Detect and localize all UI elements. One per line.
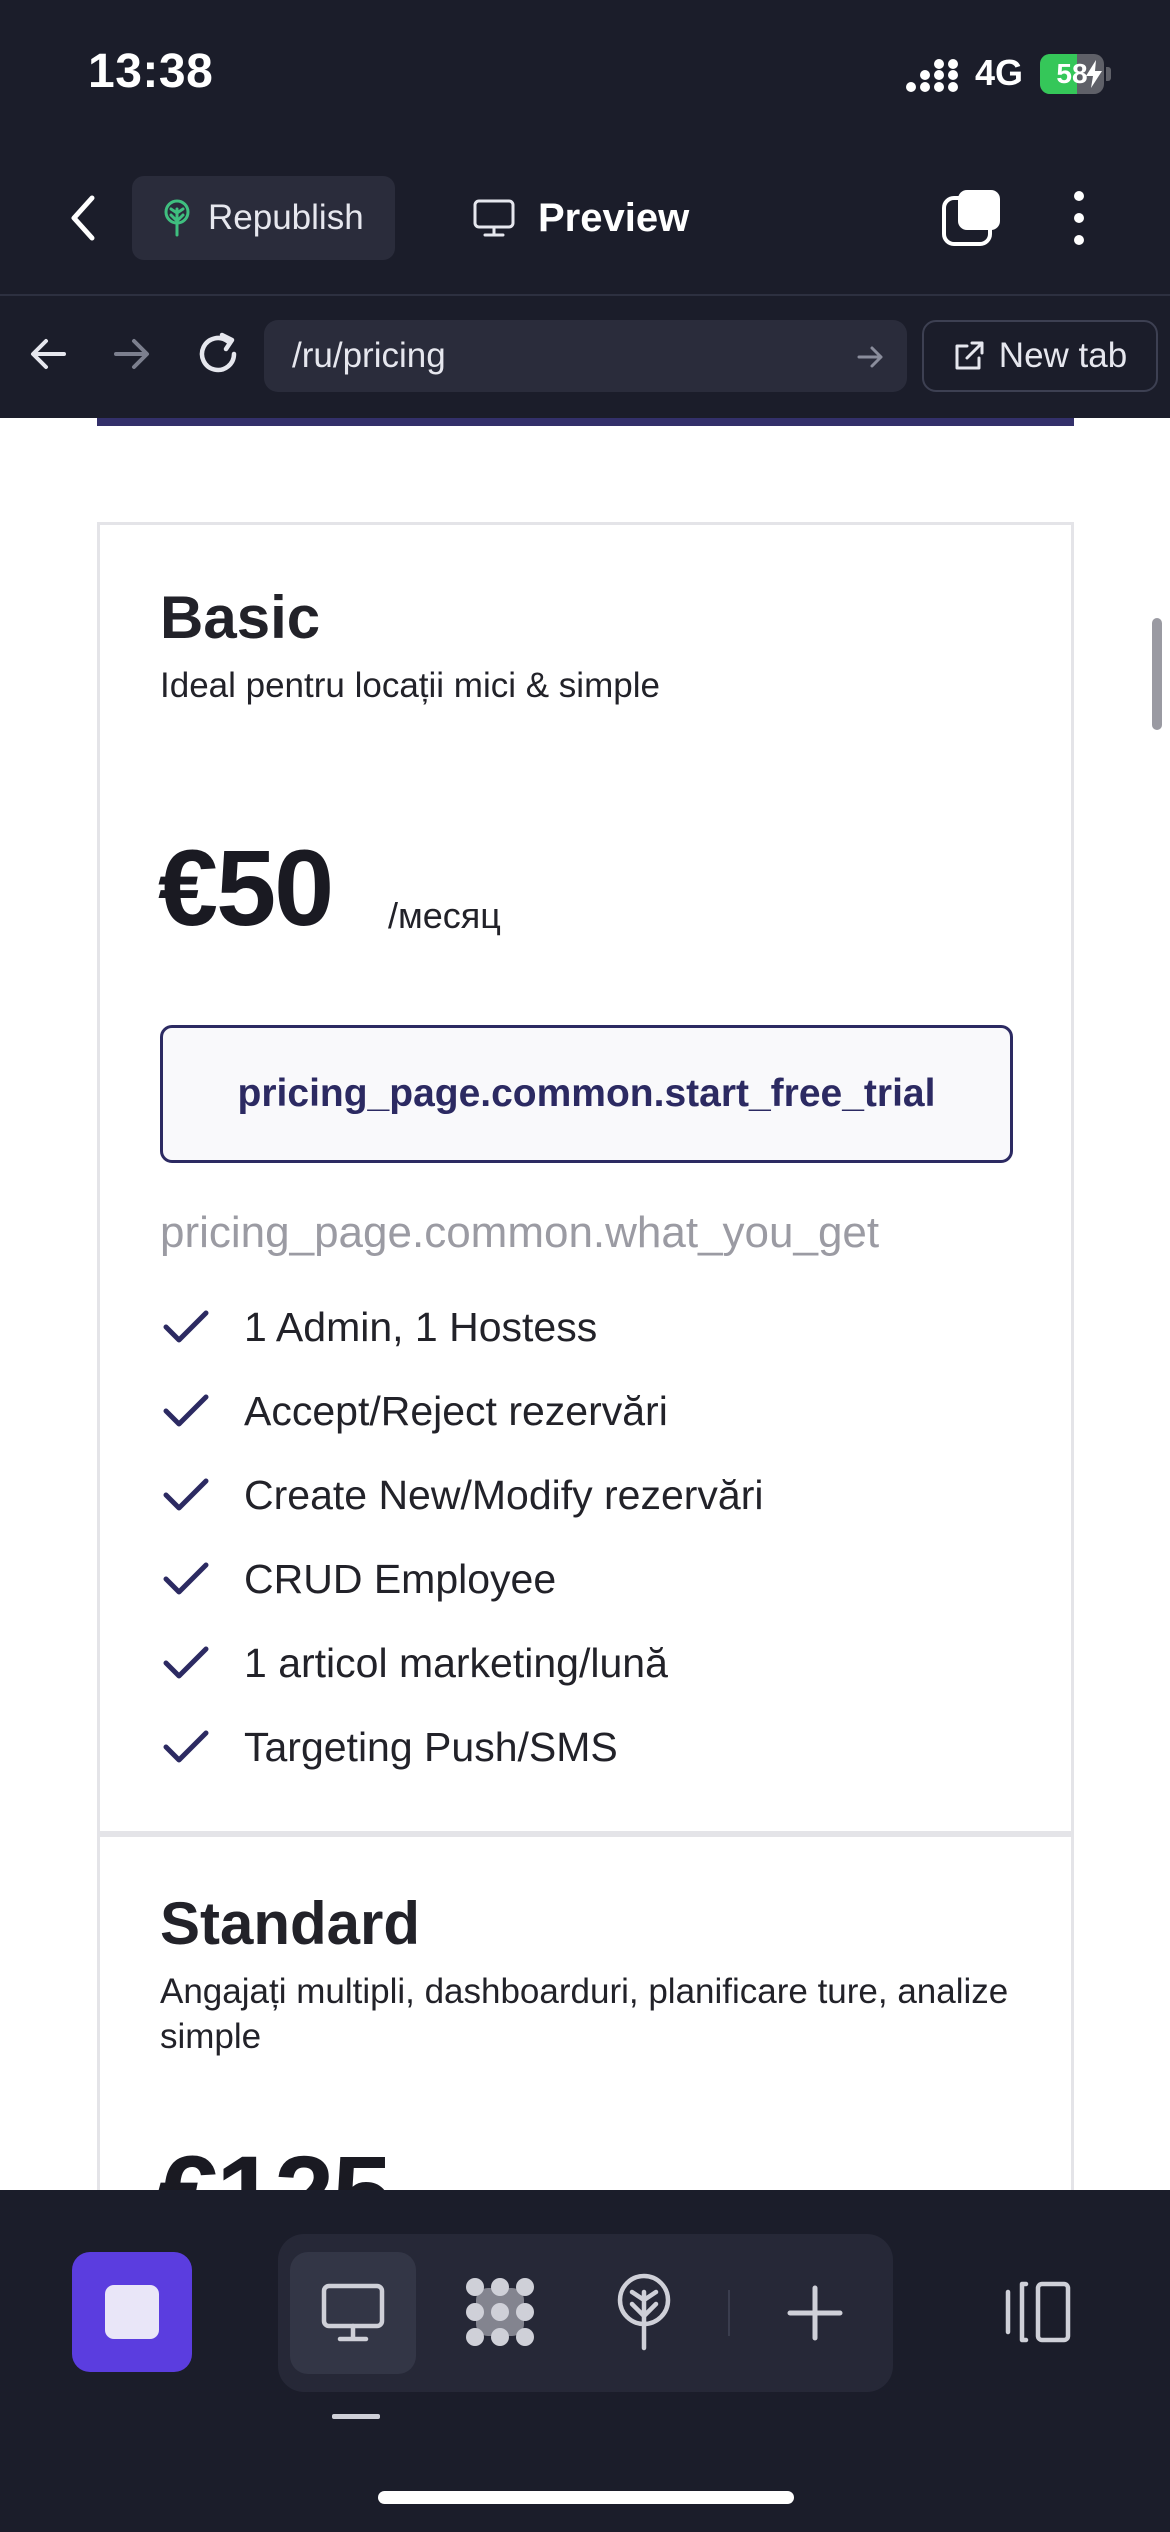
- feature-item: CRUD Employee: [160, 1537, 764, 1621]
- feature-text: CRUD Employee: [244, 1555, 557, 1602]
- plan-period: /месяц: [388, 895, 501, 936]
- feature-item: Accept/Reject rezervări: [160, 1369, 764, 1453]
- cellular-signal-icon: [906, 59, 958, 92]
- network-type-label: 4G: [975, 52, 1024, 93]
- external-link-icon: [955, 341, 984, 370]
- plan-price: €50: [158, 827, 334, 948]
- feature-text: Create New/Modify rezervări: [244, 1471, 764, 1518]
- feature-item: 1 Admin, 1 Hostess: [160, 1285, 764, 1369]
- check-icon: [163, 1730, 209, 1763]
- dock-separator: [728, 2290, 730, 2336]
- republish-button[interactable]: Republish: [132, 176, 395, 260]
- stop-icon: [105, 2285, 159, 2339]
- scrollbar-thumb[interactable]: [1152, 618, 1162, 730]
- monitor-icon: [473, 199, 515, 237]
- back-arrow-icon[interactable]: [24, 330, 72, 378]
- feature-item: Create New/Modify rezervări: [160, 1453, 764, 1537]
- active-view-indicator: [332, 2414, 380, 2419]
- stop-button[interactable]: [72, 2252, 192, 2372]
- url-text: /ru/pricing: [292, 336, 446, 375]
- tree-icon: [164, 199, 190, 237]
- start-free-trial-label: pricing_page.common.start_free_trial: [237, 1072, 936, 1115]
- preview-label: Preview: [538, 195, 690, 240]
- feature-list: 1 Admin, 1 Hostess Accept/Reject rezervă…: [160, 1285, 764, 1789]
- plan-price: €125: [158, 2131, 392, 2190]
- new-tab-label: New tab: [998, 336, 1128, 375]
- url-input[interactable]: /ru/pricing: [264, 320, 907, 392]
- back-chevron-icon[interactable]: [64, 190, 104, 246]
- tabs-icon[interactable]: [940, 186, 1004, 250]
- new-tab-button[interactable]: New tab: [922, 320, 1158, 392]
- plan-name: Basic: [160, 584, 321, 651]
- check-icon: [163, 1478, 209, 1511]
- battery-icon: 58: [1040, 54, 1112, 94]
- previous-section-edge: [97, 418, 1074, 426]
- desktop-icon: [321, 2283, 385, 2342]
- charging-bolt-icon: [1086, 60, 1102, 88]
- feature-text: Accept/Reject rezervări: [244, 1387, 668, 1434]
- forward-arrow-icon[interactable]: [108, 330, 156, 378]
- feature-text: Targeting Push/SMS: [244, 1723, 618, 1770]
- preview-button[interactable]: Preview: [472, 182, 689, 254]
- home-indicator[interactable]: [378, 2491, 794, 2504]
- check-icon: [163, 1394, 209, 1427]
- more-vertical-icon[interactable]: [1062, 186, 1096, 250]
- add-icon[interactable]: [786, 2284, 844, 2342]
- feature-text: 1 articol marketing/lună: [244, 1639, 668, 1686]
- plan-card-basic: Basic Ideal pentru locații mici & simple…: [97, 522, 1074, 1834]
- go-arrow-icon[interactable]: [855, 342, 885, 372]
- plan-name: Standard: [160, 1890, 421, 1957]
- check-icon: [163, 1646, 209, 1679]
- feature-item: Targeting Push/SMS: [160, 1705, 764, 1789]
- feature-item: 1 articol marketing/lună: [160, 1621, 764, 1705]
- feature-text: 1 Admin, 1 Hostess: [244, 1303, 598, 1350]
- publish-icon[interactable]: [612, 2272, 676, 2352]
- plan-description: Ideal pentru locații mici & simple: [160, 666, 660, 705]
- reload-icon[interactable]: [192, 328, 244, 380]
- apps-grid-icon[interactable]: [462, 2274, 538, 2350]
- check-icon: [163, 1310, 209, 1343]
- check-icon: [163, 1562, 209, 1595]
- status-time: 13:38: [88, 45, 214, 98]
- features-heading: pricing_page.common.what_you_get: [160, 1208, 880, 1257]
- web-viewport[interactable]: Basic Ideal pentru locații mici & simple…: [0, 418, 1170, 2190]
- republish-label: Republish: [208, 198, 364, 237]
- plan-description: Angajați multipli, dashboarduri, planifi…: [160, 1972, 1009, 2056]
- plan-card-standard: Standard Angajați multipli, dashboarduri…: [97, 1834, 1074, 2190]
- start-free-trial-button[interactable]: pricing_page.common.start_free_trial: [160, 1025, 1013, 1163]
- split-view-icon[interactable]: [1000, 2280, 1072, 2344]
